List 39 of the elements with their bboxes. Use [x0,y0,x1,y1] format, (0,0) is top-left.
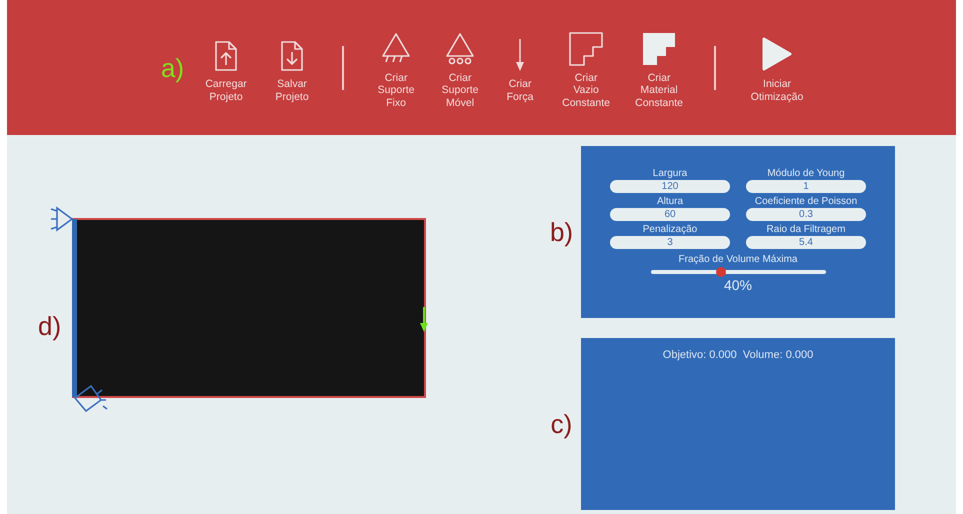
toolbar-button[interactable]: Criar Suporte Móvel [436,26,484,109]
toolbar-button[interactable]: Criar Material Constante [630,26,688,109]
toolbar-button[interactable]: Criar Força [498,32,542,103]
section-label: b) [550,219,574,245]
fixed-support-icon [74,384,108,412]
field-label: Penalização [642,224,698,235]
section-label: d) [38,313,62,339]
input-field[interactable]: 120 [610,180,730,193]
step-outline-icon [569,32,604,66]
file-download-icon [280,40,304,72]
toolbar-button[interactable]: Criar Vazio Constante [556,26,616,109]
toolbar-button[interactable]: Iniciar Otimização [742,32,812,103]
input-field[interactable]: 1 [746,180,866,193]
field-label: Raio da Filtragem [766,224,846,235]
input-field[interactable]: 60 [610,208,730,221]
toolbar-button[interactable]: Carregar Projeto [198,32,254,103]
field-label: Altura [656,196,684,207]
slider-value: 40% [724,277,752,293]
toolbar-button[interactable]: Salvar Projeto [268,32,316,103]
input-field[interactable]: 0.3 [746,208,866,221]
results-text: Objetivo: 0.000 Volume: 0.000 [662,349,814,361]
section-label: c) [550,411,572,437]
file-upload-icon [214,40,238,72]
force-arrow [420,307,428,332]
field-label: Largura [652,168,688,179]
fixed-support-icon [50,206,73,231]
play-icon [761,36,794,72]
volume-slider[interactable] [650,270,826,274]
section-label: a) [160,54,184,80]
input-field[interactable]: 3 [610,236,730,249]
toolbar-button[interactable]: Criar Suporte Fixo [370,26,422,109]
arrow-down-icon [515,38,526,72]
input-field[interactable]: 5.4 [746,236,866,249]
step-filled-icon [642,32,676,66]
slider-thumb[interactable] [716,267,726,277]
field-label: Coeficiente de Poisson [754,196,858,207]
roller-support-icon [445,32,476,66]
field-label: Módulo de Young [767,168,845,179]
slider-label: Fração de Volume Máxima [678,254,798,265]
